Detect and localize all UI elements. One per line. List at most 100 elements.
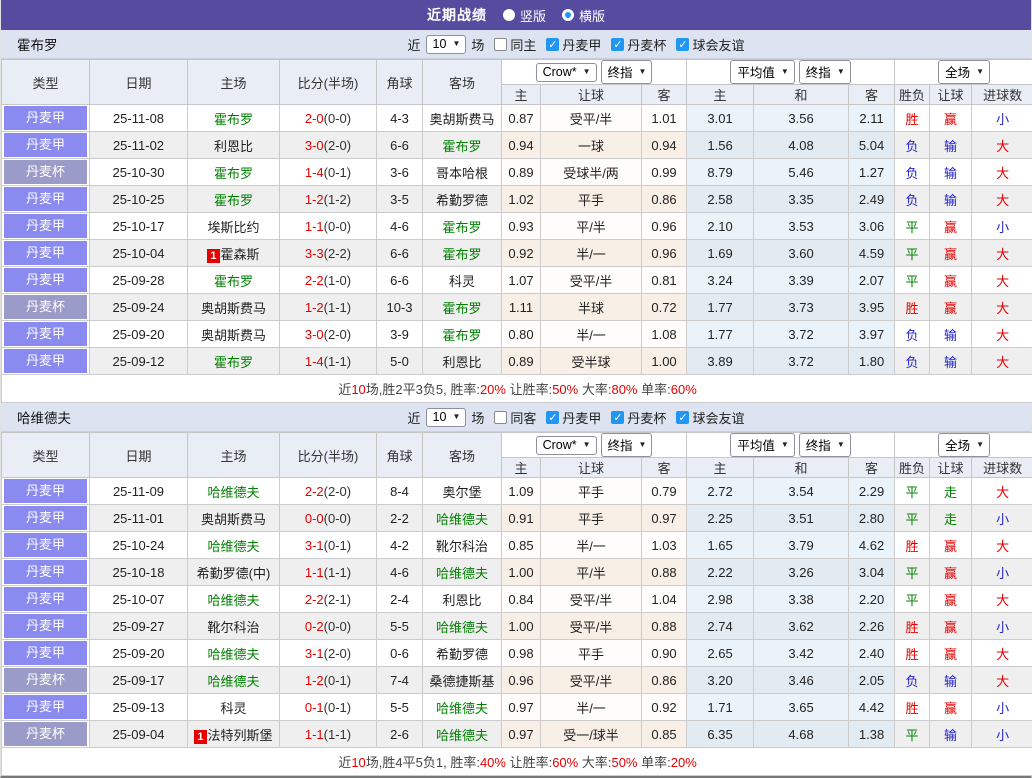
col-odds-away: 客 bbox=[642, 85, 687, 105]
match-row: 丹麦甲25-09-20哈维德夫3-1(2-0)0-6希勤罗德0.98平手0.90… bbox=[2, 640, 1032, 667]
result-outcome: 平 bbox=[895, 267, 930, 294]
score-cell: 0-2(0-0) bbox=[280, 613, 377, 640]
result-goals: 小 bbox=[972, 694, 1032, 721]
home-team-name: 法特列斯堡 bbox=[208, 728, 273, 743]
recent-count-select[interactable]: 10▼ bbox=[426, 35, 467, 54]
score-cell: 2-2(1-0) bbox=[280, 267, 377, 294]
home-team-cell: 霍布罗 bbox=[188, 348, 280, 375]
match-date: 25-09-17 bbox=[90, 667, 188, 694]
average-group-header: 平均值▼ 终指▼ bbox=[687, 433, 895, 458]
league1-label: 丹麦甲 bbox=[562, 35, 601, 54]
result-handicap: 赢 bbox=[930, 105, 972, 132]
recent-prefix-label: 近 bbox=[408, 35, 421, 54]
league-type-badge: 丹麦甲 bbox=[4, 506, 87, 530]
average-select[interactable]: 平均值▼ bbox=[730, 433, 794, 457]
corner-count: 6-6 bbox=[377, 132, 423, 159]
home-team-name: 靴尔科治 bbox=[207, 620, 259, 635]
odds-stage-select[interactable]: 终指▼ bbox=[601, 433, 653, 457]
home-team-name: 奥胡斯费马 bbox=[201, 301, 266, 316]
league-type-badge: 丹麦甲 bbox=[4, 587, 87, 611]
result-outcome: 平 bbox=[895, 240, 930, 267]
odds-stage-select[interactable]: 终指▼ bbox=[601, 60, 653, 84]
home-team-name: 哈维德夫 bbox=[207, 485, 259, 500]
match-row: 丹麦甲25-10-18希勤罗德(中)1-1(1-1)4-6哈维德夫1.00平/半… bbox=[2, 559, 1032, 586]
corner-count: 3-6 bbox=[377, 159, 423, 186]
league2-checkbox[interactable]: ✓ bbox=[611, 38, 624, 51]
away-team-name: 霍布罗 bbox=[442, 139, 481, 154]
match-date: 25-10-24 bbox=[90, 532, 188, 559]
league-type-badge: 丹麦甲 bbox=[4, 241, 87, 265]
average-stage-select[interactable]: 终指▼ bbox=[799, 60, 851, 84]
result-handicap: 赢 bbox=[930, 294, 972, 321]
league-type-badge: 丹麦杯 bbox=[4, 160, 87, 184]
horizontal-layout-radio[interactable] bbox=[562, 9, 574, 21]
avg-home: 3.20 bbox=[687, 667, 754, 694]
half-time-score: (0-1) bbox=[324, 538, 351, 553]
result-outcome: 负 bbox=[895, 321, 930, 348]
odds-home: 1.11 bbox=[502, 294, 541, 321]
odds-home: 0.94 bbox=[502, 132, 541, 159]
horizontal-layout-label[interactable]: 横版 bbox=[579, 6, 605, 25]
result-outcome: 负 bbox=[895, 186, 930, 213]
match-row: 丹麦甲25-09-28霍布罗2-2(1-0)6-6科灵1.07受平/半0.813… bbox=[2, 267, 1032, 294]
odds-away: 1.03 bbox=[642, 532, 687, 559]
full-time-score: 0-2 bbox=[305, 619, 324, 634]
avg-draw: 3.51 bbox=[754, 505, 849, 532]
avg-away: 1.80 bbox=[849, 348, 895, 375]
away-team-name: 哈维德夫 bbox=[436, 512, 488, 527]
avg-draw: 3.53 bbox=[754, 213, 849, 240]
corner-count: 3-5 bbox=[377, 186, 423, 213]
scope-value: 全场 bbox=[945, 435, 970, 454]
home-team-cell: 奥胡斯费马 bbox=[188, 294, 280, 321]
odds-handicap: 受平/半 bbox=[541, 667, 642, 694]
home-team-name: 霍布罗 bbox=[214, 112, 253, 127]
full-time-score: 1-2 bbox=[305, 192, 324, 207]
average-select[interactable]: 平均值▼ bbox=[730, 60, 794, 84]
result-outcome: 胜 bbox=[895, 640, 930, 667]
full-time-score: 1-1 bbox=[305, 727, 324, 742]
same-venue-checkbox[interactable] bbox=[494, 38, 507, 51]
bookmaker-select[interactable]: Crow*▼ bbox=[536, 63, 597, 82]
odds-away: 0.94 bbox=[642, 132, 687, 159]
avg-draw: 3.46 bbox=[754, 667, 849, 694]
odds-away: 0.81 bbox=[642, 267, 687, 294]
league2-checkbox[interactable]: ✓ bbox=[611, 411, 624, 424]
average-stage-select[interactable]: 终指▼ bbox=[799, 433, 851, 457]
home-team-cell: 希勤罗德(中) bbox=[188, 559, 280, 586]
col-avg-away: 客 bbox=[849, 458, 895, 478]
title-bar: 近期战绩 竖版 横版 bbox=[1, 0, 1031, 30]
league3-checkbox[interactable]: ✓ bbox=[676, 411, 689, 424]
bookmaker-select[interactable]: Crow*▼ bbox=[536, 436, 597, 455]
scope-group-header: 全场▼ bbox=[895, 60, 1032, 85]
scope-select[interactable]: 全场▼ bbox=[938, 60, 990, 84]
recent-count-select[interactable]: 10▼ bbox=[426, 408, 467, 427]
league1-checkbox[interactable]: ✓ bbox=[546, 38, 559, 51]
result-handicap: 输 bbox=[930, 721, 972, 748]
score-cell: 3-0(2-0) bbox=[280, 321, 377, 348]
avg-home: 2.58 bbox=[687, 186, 754, 213]
league1-checkbox[interactable]: ✓ bbox=[546, 411, 559, 424]
scope-select[interactable]: 全场▼ bbox=[938, 433, 990, 457]
result-goals: 大 bbox=[972, 159, 1032, 186]
avg-draw: 4.08 bbox=[754, 132, 849, 159]
summary-segment: 近 bbox=[338, 382, 351, 397]
odds-handicap: 半/一 bbox=[541, 240, 642, 267]
league1-label: 丹麦甲 bbox=[562, 408, 601, 427]
league3-checkbox[interactable]: ✓ bbox=[676, 38, 689, 51]
half-time-score: (2-0) bbox=[324, 646, 351, 661]
result-outcome: 负 bbox=[895, 132, 930, 159]
result-handicap: 赢 bbox=[930, 613, 972, 640]
match-type-cell: 丹麦甲 bbox=[2, 348, 90, 375]
league-type-badge: 丹麦甲 bbox=[4, 641, 87, 665]
avg-home: 1.77 bbox=[687, 294, 754, 321]
col-result-goals: 进球数 bbox=[972, 458, 1032, 478]
home-team-cell: 奥胡斯费马 bbox=[188, 321, 280, 348]
home-team-name: 奥胡斯费马 bbox=[201, 512, 266, 527]
filter-bar: 哈维德夫 近 10▼ 场 同客 ✓ 丹麦甲 ✓ 丹麦杯 ✓ 球会友谊 bbox=[1, 403, 1031, 432]
vertical-layout-label[interactable]: 竖版 bbox=[520, 6, 546, 25]
vertical-layout-radio[interactable] bbox=[503, 9, 515, 21]
full-time-score: 3-3 bbox=[305, 246, 324, 261]
odds-away: 0.85 bbox=[642, 721, 687, 748]
full-time-score: 1-1 bbox=[305, 219, 324, 234]
same-venue-checkbox[interactable] bbox=[494, 411, 507, 424]
